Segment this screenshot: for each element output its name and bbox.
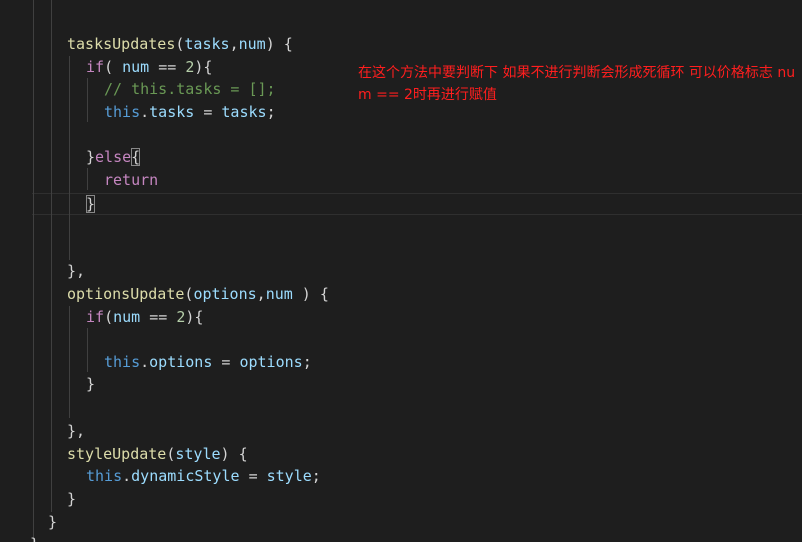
variable: style [266, 467, 312, 485]
parameter: num [265, 285, 293, 303]
number-literal: 2 [176, 308, 186, 326]
variable: num [122, 58, 150, 76]
operator: == [158, 58, 177, 76]
keyword: if [86, 58, 105, 76]
property: options [149, 353, 213, 371]
this-keyword: this [86, 467, 123, 485]
code-line[interactable]: } [0, 511, 802, 533]
variable: tasks [221, 103, 267, 121]
code-line[interactable]: if(num == 2){ [0, 306, 802, 328]
code-line[interactable]: } [0, 533, 802, 542]
parameter: tasks [184, 35, 230, 53]
code-line[interactable]: }, [0, 420, 802, 442]
function-name: tasksUpdates [67, 35, 176, 53]
code-line[interactable]: optionsUpdate(options,num ) { [0, 283, 802, 305]
property: dynamicStyle [131, 467, 240, 485]
code-line[interactable]: this.options = options; [0, 351, 802, 373]
code-line[interactable]: this.dynamicStyle = style; [0, 465, 802, 487]
matched-bracket: { [131, 148, 141, 166]
property: tasks [149, 103, 195, 121]
matched-bracket: } [86, 195, 96, 213]
code-line[interactable]: tasksUpdates(tasks,num) { [0, 33, 802, 55]
code-editor[interactable]: tasksUpdates(tasks,num) { if( num == 2){… [0, 0, 802, 542]
keyword: return [104, 171, 159, 189]
comment: // this.tasks = []; [104, 80, 276, 98]
this-keyword: this [104, 353, 141, 371]
annotation-note: 在这个方法中要判断下 如果不进行判断会形成死循环 可以价格标志 num == 2… [358, 65, 796, 103]
keyword: if [86, 308, 105, 326]
code-line[interactable]: } [0, 193, 802, 215]
keyword: else [95, 148, 132, 166]
parameter: num [238, 35, 266, 53]
code-line[interactable]: }, [0, 260, 802, 282]
variable: num [113, 308, 141, 326]
this-keyword: this [104, 103, 141, 121]
parameter: options [193, 285, 257, 303]
operator: = [248, 467, 258, 485]
code-line[interactable]: return [0, 169, 802, 191]
function-name: styleUpdate [67, 445, 167, 463]
parameter: style [175, 445, 221, 463]
code-line[interactable]: } [0, 488, 802, 510]
function-name: optionsUpdate [67, 285, 185, 303]
code-line[interactable]: }else{ [0, 146, 802, 168]
code-line[interactable]: styleUpdate(style) { [0, 443, 802, 465]
variable: options [239, 353, 303, 371]
code-line[interactable]: } [0, 373, 802, 395]
operator: == [149, 308, 168, 326]
